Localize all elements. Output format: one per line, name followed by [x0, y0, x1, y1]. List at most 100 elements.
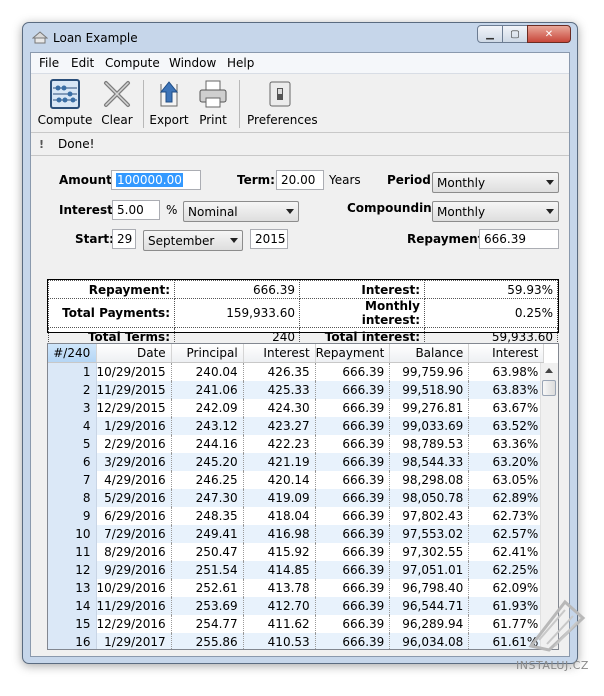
cell-interest: 414.85 [243, 561, 316, 579]
column-header-date[interactable]: Date [96, 344, 172, 363]
compounding-value: Monthly [437, 205, 486, 219]
interest-type-value: Nominal [188, 205, 238, 219]
table-row[interactable]: 13 10/29/2016 252.61 413.78 666.39 96,798.40 6… [48, 579, 545, 597]
scrollbar-thumb[interactable] [542, 380, 556, 396]
menu-compute[interactable]: Compute [105, 56, 160, 70]
interest-label: Interest: [59, 203, 118, 217]
interest-unit: % [166, 203, 178, 217]
start-year-field[interactable]: 2015 [250, 229, 288, 249]
summary-key: Total Payments: [48, 298, 175, 328]
table-row[interactable]: 12 9/29/2016 251.54 414.85 666.39 97,051.01 62… [48, 561, 545, 579]
summary-key: Interest: [299, 280, 425, 299]
maximize-button[interactable]: ▢ [502, 25, 528, 43]
interest-type-select[interactable]: Nominal [183, 201, 299, 222]
summary-key: Repayment: [48, 280, 175, 299]
cell-date: 11/29/2016 [96, 597, 172, 615]
term-field[interactable]: 20.00 [276, 170, 324, 190]
cell-row-index: 6 [48, 453, 97, 471]
chevron-down-icon [546, 209, 554, 214]
cell-balance: 99,033.69 [389, 417, 470, 435]
table-body: 1 10/29/2015 240.04 426.35 666.39 99,759.96 63… [48, 362, 545, 649]
column-header-interest[interactable]: Interest [243, 344, 316, 363]
scroll-up-arrow-icon[interactable] [545, 368, 553, 373]
print-button[interactable]: Print [193, 78, 233, 127]
amortization-table[interactable]: #/240 Date Principal Interest Repayment … [47, 343, 559, 650]
column-header-principal[interactable]: Principal [171, 344, 244, 363]
cell-row-index: 8 [48, 489, 97, 507]
table-row[interactable]: 4 1/29/2016 243.12 423.27 666.39 99,033.69 63.… [48, 417, 545, 435]
table-row[interactable]: 1 10/29/2015 240.04 426.35 666.39 99,759.96 63… [48, 362, 545, 381]
table-row[interactable]: 8 5/29/2016 247.30 419.09 666.39 98,050.78 62.… [48, 489, 545, 507]
cell-interest: 415.92 [243, 543, 316, 561]
cell-principal: 253.69 [171, 597, 244, 615]
cell-row-index: 10 [48, 525, 97, 543]
cell-row-index: 5 [48, 435, 97, 453]
minimize-icon: ▁ [486, 28, 494, 40]
cell-interest: 422.23 [243, 435, 316, 453]
compute-button[interactable]: Compute [37, 78, 93, 127]
cell-repayment: 666.39 [315, 561, 391, 579]
toolbar-separator [239, 80, 240, 128]
cell-repayment: 666.39 [315, 453, 391, 471]
app-window: Loan Example ▁ ▢ ✕ File Edit Compute Win… [22, 22, 578, 664]
table-row[interactable]: 14 11/29/2016 253.69 412.70 666.39 96,544.71 6… [48, 597, 545, 615]
cell-interest: 411.62 [243, 615, 316, 633]
amount-field[interactable]: 100000.00 [111, 170, 201, 190]
preferences-button[interactable]: Preferences [247, 78, 318, 127]
column-header-balance[interactable]: Balance [389, 344, 470, 363]
toolbar: Compute Clear Export Print Preferences [31, 74, 569, 133]
cell-row-index: 13 [48, 579, 97, 597]
amount-label: Amount: [59, 173, 117, 187]
table-row[interactable]: 7 4/29/2016 246.25 420.14 666.39 98,298.08 63.… [48, 471, 545, 489]
table-row[interactable]: 11 8/29/2016 250.47 415.92 666.39 97,302.55 62… [48, 543, 545, 561]
interest-field[interactable]: 5.00 [112, 200, 160, 220]
cell-date: 6/29/2016 [96, 507, 172, 525]
table-row[interactable]: 15 12/29/2016 254.77 411.62 666.39 96,289.94 6… [48, 615, 545, 633]
minimize-button[interactable]: ▁ [477, 25, 503, 43]
table-row[interactable]: 6 3/29/2016 245.20 421.19 666.39 98,544.33 63.… [48, 453, 545, 471]
cell-principal: 245.20 [171, 453, 244, 471]
compounding-select[interactable]: Monthly [432, 201, 559, 222]
cell-interest-pct: 63.83% [468, 381, 545, 399]
cell-row-index: 12 [48, 561, 97, 579]
menu-window[interactable]: Window [169, 56, 216, 70]
cell-interest: 419.09 [243, 489, 316, 507]
cell-principal: 248.35 [171, 507, 244, 525]
column-header-repayment[interactable]: Repayment [315, 344, 391, 363]
table-row[interactable]: 5 2/29/2016 244.16 422.23 666.39 98,789.53 63.… [48, 435, 545, 453]
cell-interest-pct: 63.98% [468, 362, 545, 381]
table-row[interactable]: 2 11/29/2015 241.06 425.33 666.39 99,518.90 63… [48, 381, 545, 399]
cell-principal: 255.86 [171, 633, 244, 649]
cell-interest-pct: 62.57% [468, 525, 545, 543]
table-row[interactable]: 3 12/29/2015 242.09 424.30 666.39 99,276.81 63… [48, 399, 545, 417]
table-row[interactable]: 9 6/29/2016 248.35 418.04 666.39 97,802.43 62.… [48, 507, 545, 525]
table-row[interactable]: 10 7/29/2016 249.41 416.98 666.39 97,553.02 62… [48, 525, 545, 543]
cell-principal: 247.30 [171, 489, 244, 507]
start-day-field[interactable]: 29 [112, 229, 136, 249]
chevron-down-icon [546, 180, 554, 185]
export-button[interactable]: Export [149, 78, 189, 127]
cell-interest: 423.27 [243, 417, 316, 435]
cell-repayment: 666.39 [315, 399, 391, 417]
table-row[interactable]: 16 1/29/2017 255.86 410.53 666.39 96,034.08 61… [48, 633, 545, 649]
start-month-select[interactable]: September [143, 230, 243, 251]
cell-date: 8/29/2016 [96, 543, 172, 561]
cell-interest-pct: 62.09% [468, 579, 545, 597]
column-header-index[interactable]: #/240 [48, 344, 97, 363]
period-select[interactable]: Monthly [432, 172, 559, 193]
repayment-field[interactable]: 666.39 [479, 229, 559, 249]
menu-help[interactable]: Help [227, 56, 254, 70]
clear-button[interactable]: Clear [97, 78, 137, 127]
cell-balance: 96,289.94 [389, 615, 470, 633]
cell-row-index: 11 [48, 543, 97, 561]
close-button[interactable]: ✕ [527, 25, 571, 43]
cell-interest-pct: 63.67% [468, 399, 545, 417]
cell-interest-pct: 62.73% [468, 507, 545, 525]
summary-row: Total Payments: 159,933.60 Monthly inter… [48, 298, 558, 328]
menu-edit[interactable]: Edit [71, 56, 94, 70]
title-bar[interactable]: Loan Example ▁ ▢ ✕ [23, 23, 577, 51]
cell-balance: 96,544.71 [389, 597, 470, 615]
summary-row: Repayment: 666.39 Interest: 59.93% [48, 280, 558, 299]
menu-file[interactable]: File [39, 56, 59, 70]
column-header-interest-pct[interactable]: Interest [468, 344, 545, 363]
